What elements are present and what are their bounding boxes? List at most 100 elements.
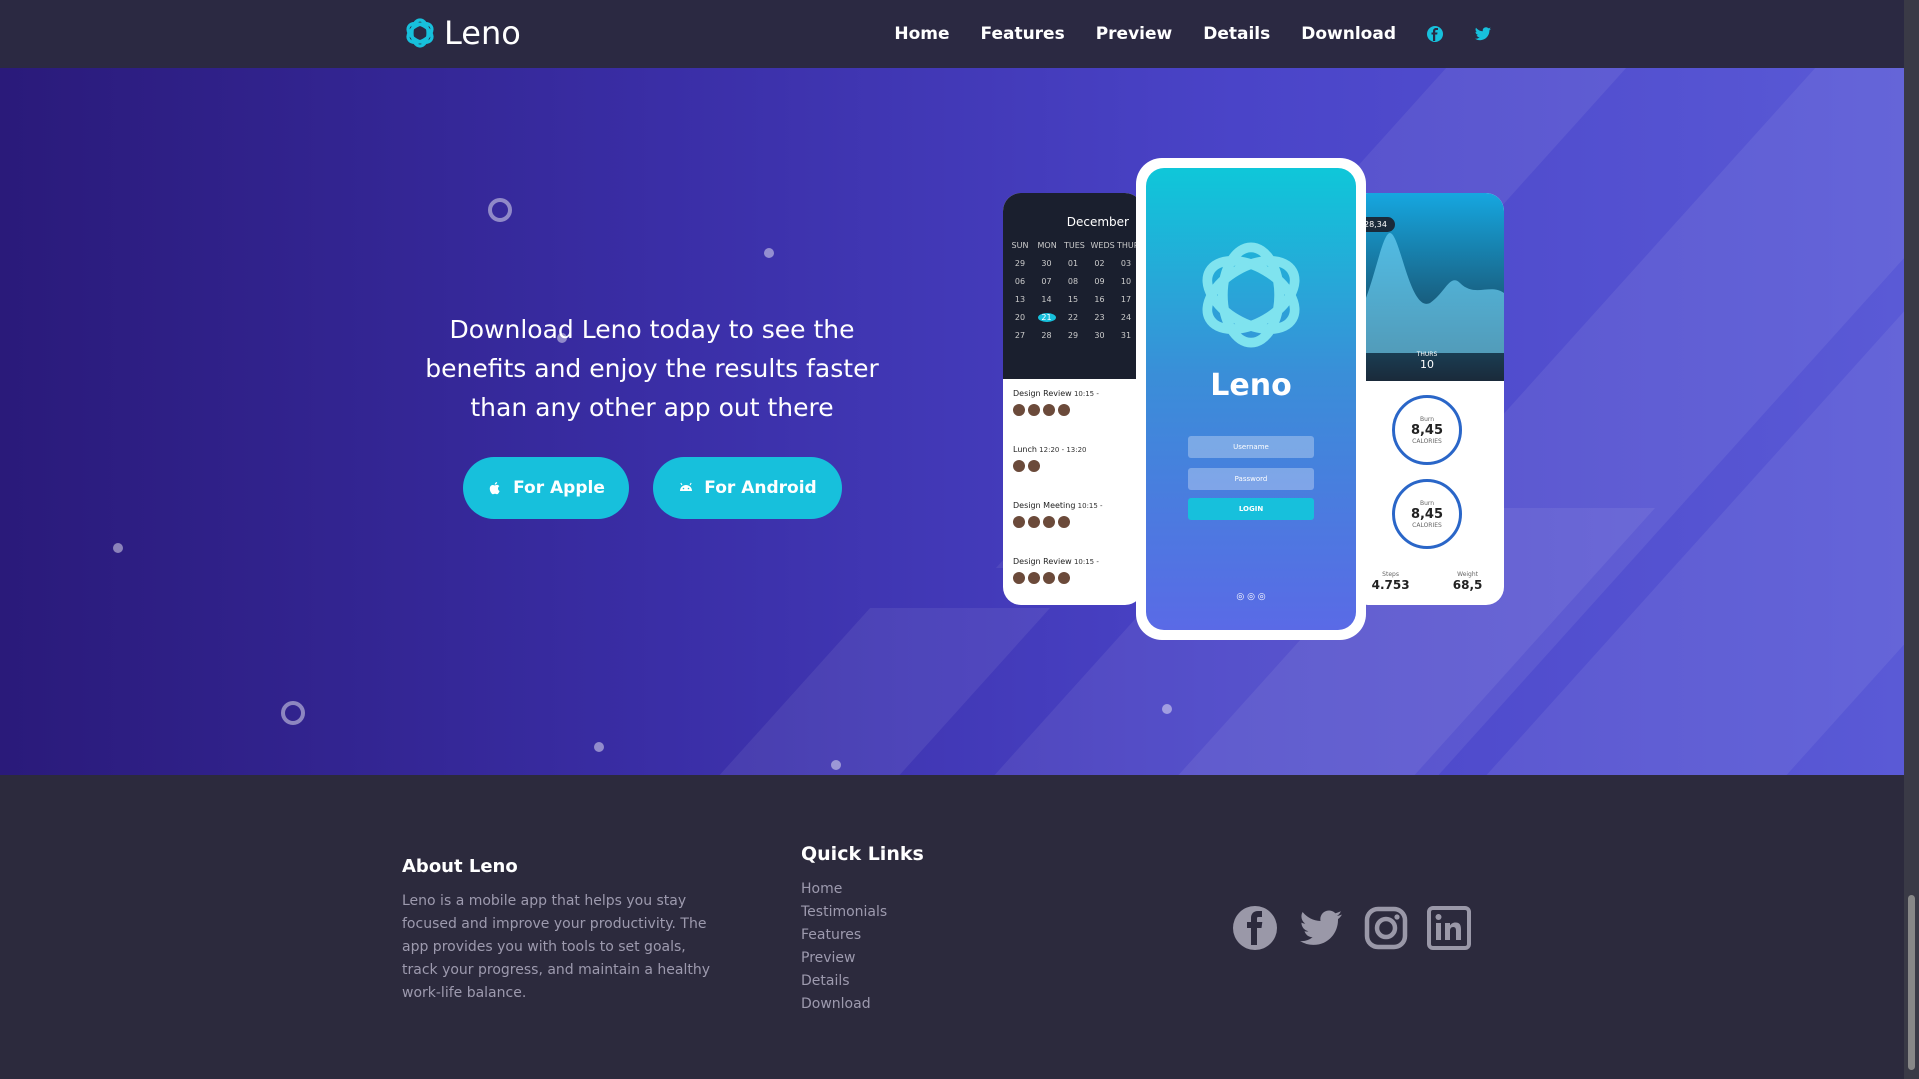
- calendar-day: 15: [1067, 295, 1079, 304]
- stats-summary: Steps 4.753 Weight 68,5: [1350, 571, 1504, 592]
- event-attendees: [1013, 404, 1133, 416]
- calendar-week: 29 30 01 02 03: [1011, 259, 1135, 268]
- decorative-dot: [1162, 704, 1172, 714]
- avatar: [1028, 460, 1040, 472]
- weight-value: 68,5: [1452, 578, 1483, 592]
- calendar-week: 06 07 08 09 10: [1011, 277, 1135, 286]
- quick-link-testimonials[interactable]: Testimonials: [801, 901, 887, 924]
- page-scrollbar[interactable]: [1904, 0, 1919, 1079]
- calendar-day: 28: [1041, 331, 1052, 340]
- calendar-day: 02: [1094, 259, 1105, 268]
- event-title: Design Review: [1013, 389, 1072, 398]
- calendar-week: 13 14 15 16 17: [1011, 295, 1135, 304]
- for-apple-button[interactable]: For Apple: [463, 457, 629, 519]
- avatar: [1043, 572, 1055, 584]
- calendar-week: 20 21 22 23 24: [1011, 313, 1135, 322]
- decorative-ring: [488, 198, 512, 222]
- quick-link-features[interactable]: Features: [801, 924, 887, 947]
- gauge-label-top: Burn: [1419, 500, 1435, 507]
- facebook-icon[interactable]: [1232, 905, 1278, 951]
- login-screen: Leno Username Password LOGIN ◎ ◎ ◎: [1146, 168, 1356, 630]
- download-hero-section: Download Leno today to see the benefits …: [0, 68, 1904, 775]
- top-navbar: Leno Home Features Preview Details Downl…: [0, 0, 1904, 68]
- brand-logo[interactable]: Leno: [402, 14, 521, 52]
- twitter-icon[interactable]: [1474, 25, 1492, 43]
- quick-link-details[interactable]: Details: [801, 970, 887, 993]
- quick-links-title: Quick Links: [801, 843, 924, 865]
- quick-links-list: Home Testimonials Features Preview Detai…: [801, 878, 887, 1016]
- avatar: [1013, 404, 1025, 416]
- nav-link-details[interactable]: Details: [1203, 24, 1270, 44]
- avatar: [1028, 572, 1040, 584]
- steps-label: Steps: [1382, 571, 1399, 578]
- calendar-day: 29: [1014, 259, 1026, 268]
- calendar-day-selected: 21: [1037, 313, 1056, 322]
- nav-link-home[interactable]: Home: [894, 24, 949, 44]
- weight-stat: Weight 68,5: [1453, 571, 1483, 592]
- facebook-icon[interactable]: [1426, 25, 1444, 43]
- steps-value: 4.753: [1371, 578, 1410, 592]
- event-title: Lunch: [1013, 445, 1037, 454]
- for-android-button[interactable]: For Android: [653, 457, 842, 519]
- avatar: [1028, 404, 1040, 416]
- weekday-label: WEDS: [1090, 241, 1115, 250]
- login-brand-title: Leno: [1210, 368, 1292, 403]
- nav-link-features[interactable]: Features: [981, 24, 1065, 44]
- decorative-stripe: [689, 608, 1051, 775]
- decorative-dot: [764, 248, 774, 258]
- event-attendees: [1013, 460, 1133, 472]
- gauge-value: 8,45: [1410, 507, 1444, 522]
- calendar-day: 17: [1120, 295, 1132, 304]
- phone-mockup-login: Leno Username Password LOGIN ◎ ◎ ◎: [1136, 158, 1366, 640]
- calendar-day: 07: [1041, 277, 1052, 286]
- weight-label: Weight: [1457, 571, 1479, 578]
- event-title: Design Review: [1013, 557, 1072, 566]
- instagram-icon[interactable]: [1363, 905, 1409, 951]
- decorative-dot: [831, 760, 841, 770]
- avatar: [1058, 572, 1070, 584]
- avatar: [1013, 460, 1025, 472]
- nav-menu: Home Features Preview Details Download: [863, 0, 1492, 68]
- temperature-value: 28,34: [1364, 220, 1387, 229]
- calendar-event: Design Meeting 10:15 -: [1003, 491, 1143, 547]
- twitter-icon[interactable]: [1298, 905, 1344, 951]
- leno-logo-icon: [1202, 242, 1300, 348]
- apple-icon: [489, 482, 500, 495]
- quick-link-download[interactable]: Download: [801, 993, 887, 1016]
- scrollbar-thumb[interactable]: [1908, 895, 1915, 1070]
- about-title: About Leno: [402, 856, 518, 877]
- avatar: [1058, 404, 1070, 416]
- calendar-week: 27 28 29 30 31: [1011, 331, 1135, 340]
- password-field: Password: [1188, 468, 1314, 490]
- calendar-weekdays: SUN MON TUES WEDS THURS: [1011, 241, 1143, 250]
- calendar-day: 22: [1067, 313, 1079, 322]
- calendar-month: December: [1066, 215, 1129, 229]
- calendar-day: 09: [1094, 277, 1105, 286]
- event-time: 10:15 -: [1077, 502, 1103, 510]
- calendar-event: Lunch 12:20 - 13:20: [1003, 435, 1143, 491]
- linkedin-icon[interactable]: [1426, 905, 1472, 951]
- calendar-day: 06: [1014, 277, 1026, 286]
- calendar-day: 03: [1120, 259, 1132, 268]
- event-time: 10:15 -: [1073, 558, 1099, 566]
- calendar-day: 24: [1120, 313, 1132, 322]
- footer: [0, 775, 1904, 1079]
- gauge-value: 8,45: [1410, 423, 1444, 438]
- username-field: Username: [1188, 436, 1314, 458]
- quick-link-preview[interactable]: Preview: [801, 947, 887, 970]
- calendar-day: 30: [1041, 259, 1052, 268]
- calories-gauge: Burn 8,45 CALORIES: [1392, 479, 1462, 549]
- gauge-label-bottom: CALORIES: [1412, 438, 1442, 445]
- calendar-event: Design Review 10:15 -: [1003, 379, 1143, 435]
- weekday-label: MON: [1037, 241, 1057, 250]
- selected-day-label: THURS: [1416, 351, 1438, 358]
- quick-link-home[interactable]: Home: [801, 878, 887, 901]
- event-time: 12:20 - 13:20: [1039, 446, 1087, 454]
- for-android-label: For Android: [704, 478, 817, 498]
- avatar: [1028, 516, 1040, 528]
- calendar-day: 01: [1067, 259, 1079, 268]
- calendar-panel: December SUN MON TUES WEDS THURS 29 30 0…: [1003, 193, 1143, 379]
- calendar-day: 14: [1041, 295, 1052, 304]
- nav-link-preview[interactable]: Preview: [1096, 24, 1173, 44]
- nav-link-download[interactable]: Download: [1301, 24, 1396, 44]
